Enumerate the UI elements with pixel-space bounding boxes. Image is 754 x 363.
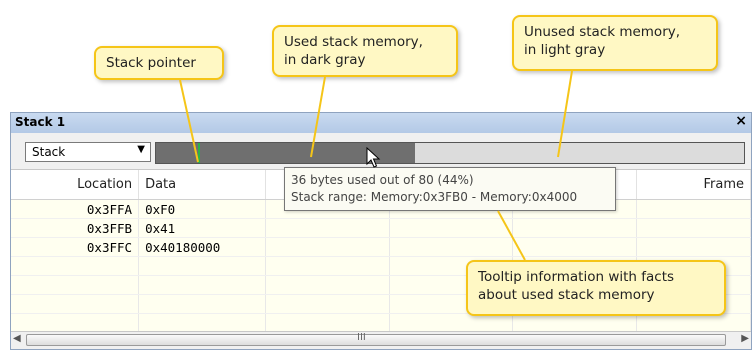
callout-leader-lines: [179, 70, 573, 261]
mouse-cursor-icon: [366, 147, 381, 168]
